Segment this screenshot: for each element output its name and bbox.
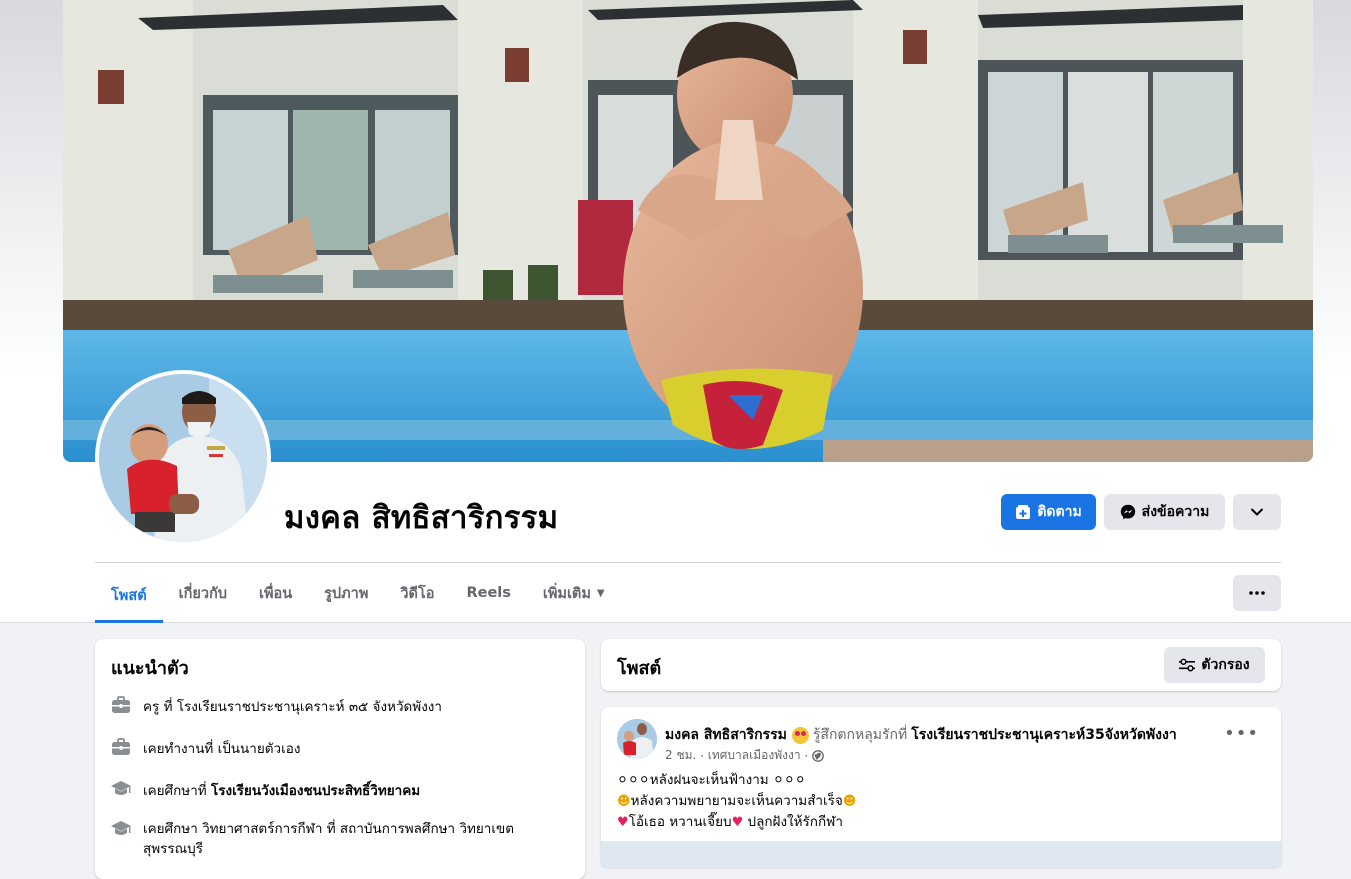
header-divider — [95, 562, 1281, 563]
intro-item-school-link[interactable]: โรงเรียนวังเมืองชนประสิทธิ์วิทยาคม — [211, 783, 420, 799]
filter-button-label: ตัวกรอง — [1201, 657, 1250, 673]
intro-item-university: เคยศึกษา วิทยาศาสตร์การกีฬา ที่ สถาบันกา… — [109, 819, 559, 859]
graduation-cap-icon — [109, 819, 133, 839]
two-hearts-icon: ♥ — [731, 815, 744, 830]
post-header-line: มงคล สิทธิสาริกรรม รู้สึกตกหลุมรักที่ โร… — [665, 724, 1177, 746]
profile-avatar[interactable] — [95, 370, 271, 546]
profile-name: มงคล สิทธิสาริกรรม — [284, 500, 559, 536]
filter-button[interactable]: ตัวกรอง — [1164, 647, 1265, 683]
follow-button-label: ติดตาม — [1037, 504, 1082, 520]
tab-posts-label: โพสต์ — [111, 587, 147, 604]
globe-icon — [812, 749, 824, 762]
tab-about[interactable]: เกี่ยวกับ — [163, 570, 243, 619]
post-card: มงคล สิทธิสาริกรรม รู้สึกตกหลุมรักที่ โร… — [601, 707, 1281, 868]
post-image[interactable] — [601, 841, 1281, 868]
post-feeling: รู้สึกตกหลุมรักที่ — [812, 727, 908, 743]
tab-reels[interactable]: Reels — [450, 570, 526, 619]
post-line-3b-text: ปลูกฝังให้รักกีฬา — [747, 814, 843, 830]
tab-more-label: เพิ่มเติม — [542, 585, 591, 602]
wink-tongue-emoji-icon: ☻ — [842, 794, 857, 809]
post-body: ⚪⚪⚪หลังฝนจะเห็นฟ้างาม ⚪⚪⚪ ☻หลังความพยายา… — [617, 770, 856, 833]
intro-item-work: ครู ที่ โรงเรียนราชประชานุเคราะห์ ๓๕ จัง… — [109, 695, 559, 717]
intro-item-past-work: เคยทำงานที่ เป็นนายตัวเอง — [109, 737, 559, 759]
tab-photos-label: รูปภาพ — [324, 585, 369, 602]
post-meta: 2 ชม. · เทศบาลเมืองพังงา · — [665, 746, 824, 765]
post-location[interactable]: เทศบาลเมืองพังงา — [708, 746, 801, 765]
message-button-label: ส่งข้อความ — [1141, 504, 1210, 520]
intro-item-school: เคยศึกษาที่ โรงเรียนวังเมืองชนประสิทธิ์ว… — [109, 779, 559, 801]
two-hearts-icon: ♥ — [617, 815, 629, 830]
profile-avatar-image — [99, 374, 267, 542]
intro-item-past-work-text: เคยทำงานที่ เป็นนายตัวเอง — [143, 741, 301, 757]
posts-title: โพสต์ — [617, 658, 662, 679]
chevron-down-icon — [1251, 508, 1263, 516]
intro-card: แนะนำตัว ครู ที่ โรงเรียนราชประชานุเคราะ… — [95, 639, 585, 879]
tab-about-label: เกี่ยวกับ — [178, 585, 227, 602]
more-dots-icon — [1249, 591, 1265, 595]
post-author-avatar[interactable] — [617, 719, 657, 759]
message-button[interactable]: ส่งข้อความ — [1104, 494, 1225, 530]
follow-button[interactable]: ติดตาม — [1001, 494, 1096, 530]
intro-item-school-prefix: เคยศึกษาที่ — [143, 783, 211, 799]
tab-videos[interactable]: วิดีโอ — [384, 570, 450, 619]
post-author-name[interactable]: มงคล สิทธิสาริกรรม — [665, 724, 787, 746]
tab-posts[interactable]: โพสต์ — [95, 570, 163, 623]
in-love-emoji-icon — [791, 726, 809, 744]
caret-down-icon: ▼ — [596, 587, 605, 599]
post-line-3-text: โอ้เธอ หวานเจี๊ยบ — [628, 814, 732, 830]
briefcase-icon — [109, 695, 133, 715]
profile-options-button[interactable] — [1233, 494, 1281, 530]
follow-icon — [1016, 505, 1031, 519]
cover-photo-image — [63, 0, 1313, 462]
cloud-icon: ⚪⚪⚪ — [617, 773, 650, 788]
tab-more[interactable]: เพิ่มเติม ▼ — [527, 570, 621, 619]
post-options-button[interactable]: ••• — [1224, 723, 1259, 744]
tab-reels-label: Reels — [466, 585, 511, 601]
profile-tabs: โพสต์ เกี่ยวกับ เพื่อน รูปภาพ วิดีโอ Ree… — [95, 570, 621, 623]
wink-tongue-emoji-icon: ☻ — [617, 794, 631, 809]
posts-header-card: โพสต์ ตัวกรอง — [601, 639, 1281, 691]
cover-photo[interactable] — [63, 0, 1313, 462]
post-line-3: ♥โอ้เธอ หวานเจี๊ยบ♥ ปลูกฝังให้รักกีฬา — [617, 812, 856, 833]
tab-friends-label: เพื่อน — [258, 585, 293, 602]
post-line-2-text: หลังความพยายามจะเห็นความสำเร็จ — [630, 793, 843, 809]
post-place-link[interactable]: โรงเรียนราชประชานุเคราะห์35จังหวัดพังงา — [911, 724, 1176, 746]
tab-videos-label: วิดีโอ — [400, 585, 435, 602]
cloud-icon: ⚪⚪⚪ — [773, 773, 806, 788]
tab-friends[interactable]: เพื่อน — [243, 570, 308, 619]
tabs-more-options-button[interactable] — [1233, 575, 1281, 611]
post-line-2: ☻หลังความพยายามจะเห็นความสำเร็จ☻ — [617, 791, 856, 812]
intro-item-work-text: ครู ที่ โรงเรียนราชประชานุเคราะห์ ๓๕ จัง… — [143, 699, 442, 715]
tab-photos[interactable]: รูปภาพ — [308, 570, 384, 619]
post-line-1-text: หลังฝนจะเห็นฟ้างาม — [649, 772, 769, 788]
graduation-cap-icon — [109, 779, 133, 799]
post-line-1: ⚪⚪⚪หลังฝนจะเห็นฟ้างาม ⚪⚪⚪ — [617, 770, 856, 791]
intro-title: แนะนำตัว — [111, 658, 189, 679]
messenger-icon — [1120, 504, 1135, 520]
post-time[interactable]: 2 ชม. — [665, 746, 696, 765]
filter-sliders-icon — [1179, 658, 1196, 672]
briefcase-icon — [109, 737, 133, 757]
intro-item-university-text: เคยศึกษา วิทยาศาสตร์การกีฬา ที่ สถาบันกา… — [143, 821, 514, 857]
